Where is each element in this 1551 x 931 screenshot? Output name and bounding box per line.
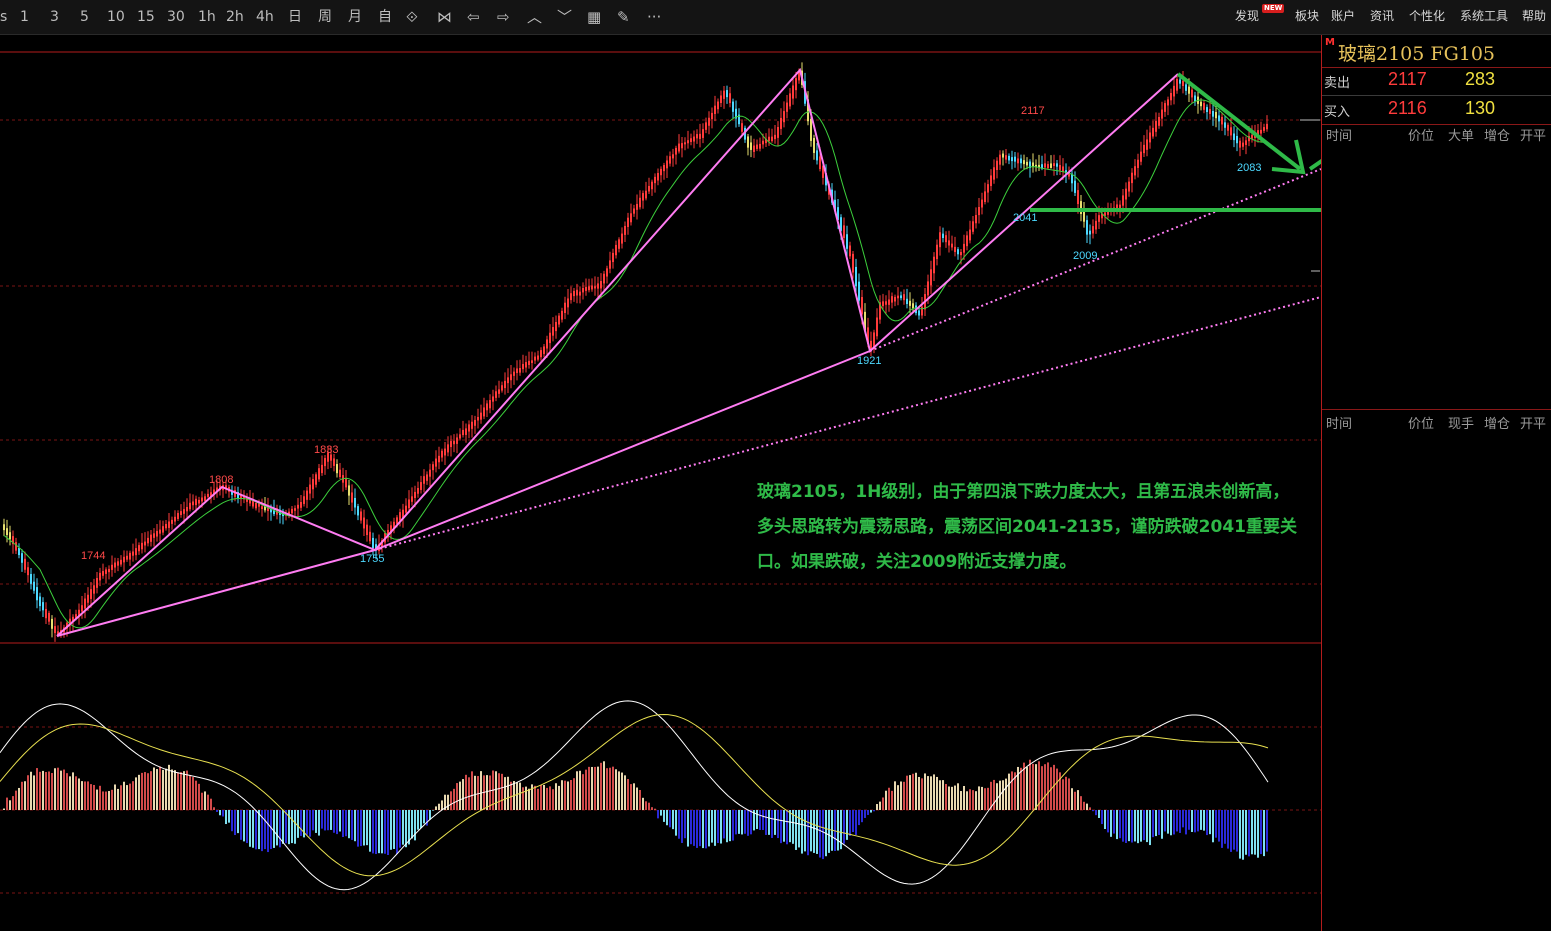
period-12-button[interactable]: 周: [318, 8, 332, 26]
pen-icon[interactable]: ✎: [617, 8, 630, 26]
buy-volume: 130: [1465, 98, 1496, 118]
divider: [1322, 409, 1551, 410]
column-header-2: 价位: [1408, 417, 1435, 432]
column-header-5: 开平: [1520, 129, 1547, 144]
menu-item-4[interactable]: 资讯: [1370, 7, 1394, 24]
grid-icon[interactable]: ▦: [587, 8, 601, 26]
price-label-2083: 2083: [1237, 162, 1262, 174]
divider: [1322, 124, 1551, 125]
price-label-1921: 1921: [857, 355, 882, 367]
market-marker: M: [1325, 37, 1335, 48]
period-14-button[interactable]: 自: [378, 8, 392, 26]
column-header-4: 增仓: [1484, 129, 1511, 144]
period-5-button[interactable]: 10: [107, 8, 125, 26]
column-header-5: 开平: [1520, 417, 1547, 432]
period-10-button[interactable]: 4h: [256, 8, 274, 26]
menu-item-7[interactable]: 帮助: [1522, 7, 1546, 24]
quote-panel: M 玻璃2105 FG105 卖出 2117 283 买入 2116 130 时…: [1321, 35, 1551, 931]
period-13-button[interactable]: 月: [348, 8, 362, 26]
price-label-1755: 1755: [360, 553, 385, 565]
bowtie-icon[interactable]: ⋈: [437, 8, 452, 26]
period-2-button[interactable]: 1: [20, 8, 29, 26]
forecast-arrow-up: [1308, 158, 1321, 171]
buy-label: 买入: [1324, 105, 1351, 120]
divider: [1322, 95, 1551, 96]
period-6-button[interactable]: 15: [137, 8, 155, 26]
zoom-out-icon[interactable]: ﹀: [557, 8, 572, 26]
buy-price: 2116: [1388, 98, 1427, 118]
sell-price: 2117: [1388, 69, 1427, 89]
period-3-button[interactable]: 3: [50, 8, 59, 26]
forecast-arrow-down-1: [1176, 72, 1302, 171]
zoom-in-icon[interactable]: ︿: [527, 8, 542, 26]
menu-item-1[interactable]: 发现: [1235, 7, 1259, 24]
period-1-button[interactable]: s: [0, 8, 7, 26]
toolbar: s 1 3 5 10 15 30 1h 2h 4h 日周月自 ⟐ ⋈ ⇦ ⇨ ︿ ﹀ ▦ ✎ ··· 发现 板块 账户 资讯个…: [0, 0, 1551, 35]
more-icon[interactable]: ···: [647, 8, 661, 26]
sell-label: 卖出: [1324, 76, 1351, 91]
price-label-2041: 2041: [1013, 212, 1038, 224]
analysis-annotation: 玻璃2105，1H级别，由于第四浪下跌力度太大，且第五浪未创新高，多头思路转为震…: [757, 482, 1297, 572]
arrow-left-icon[interactable]: ⇦: [467, 8, 480, 26]
price-label-1744: 1744: [81, 550, 106, 562]
period-11-button[interactable]: 日: [288, 8, 302, 26]
sell-volume: 283: [1465, 69, 1496, 89]
period-7-button[interactable]: 30: [167, 8, 185, 26]
period-9-button[interactable]: 2h: [226, 8, 244, 26]
price-label-1833: 1833: [314, 444, 339, 456]
draw-arrows-icon[interactable]: ⟐: [406, 8, 418, 26]
column-header-1: 时间: [1326, 417, 1353, 432]
arrow-right-icon[interactable]: ⇨: [497, 8, 510, 26]
column-header-4: 增仓: [1484, 417, 1511, 432]
contract-title: 玻璃2105 FG105: [1338, 43, 1496, 65]
menu-item-3[interactable]: 账户: [1331, 7, 1355, 24]
column-header-3: 大单: [1448, 129, 1475, 144]
price-label-1808: 1808: [209, 474, 234, 486]
divider: [1322, 67, 1551, 68]
column-header-2: 价位: [1408, 129, 1435, 144]
period-8-button[interactable]: 1h: [198, 8, 216, 26]
price-label-2009: 2009: [1073, 250, 1098, 262]
column-header-3: 现手: [1448, 417, 1475, 432]
price-label-2117: 2117: [1021, 105, 1045, 117]
column-header-1: 时间: [1326, 129, 1353, 144]
period-4-button[interactable]: 5: [80, 8, 89, 26]
new-badge: NEW: [1262, 4, 1285, 13]
menu-item-6[interactable]: 系统工具: [1460, 7, 1508, 24]
menu-item-5[interactable]: 个性化: [1409, 7, 1445, 24]
menu-item-2[interactable]: 板块: [1295, 7, 1319, 24]
